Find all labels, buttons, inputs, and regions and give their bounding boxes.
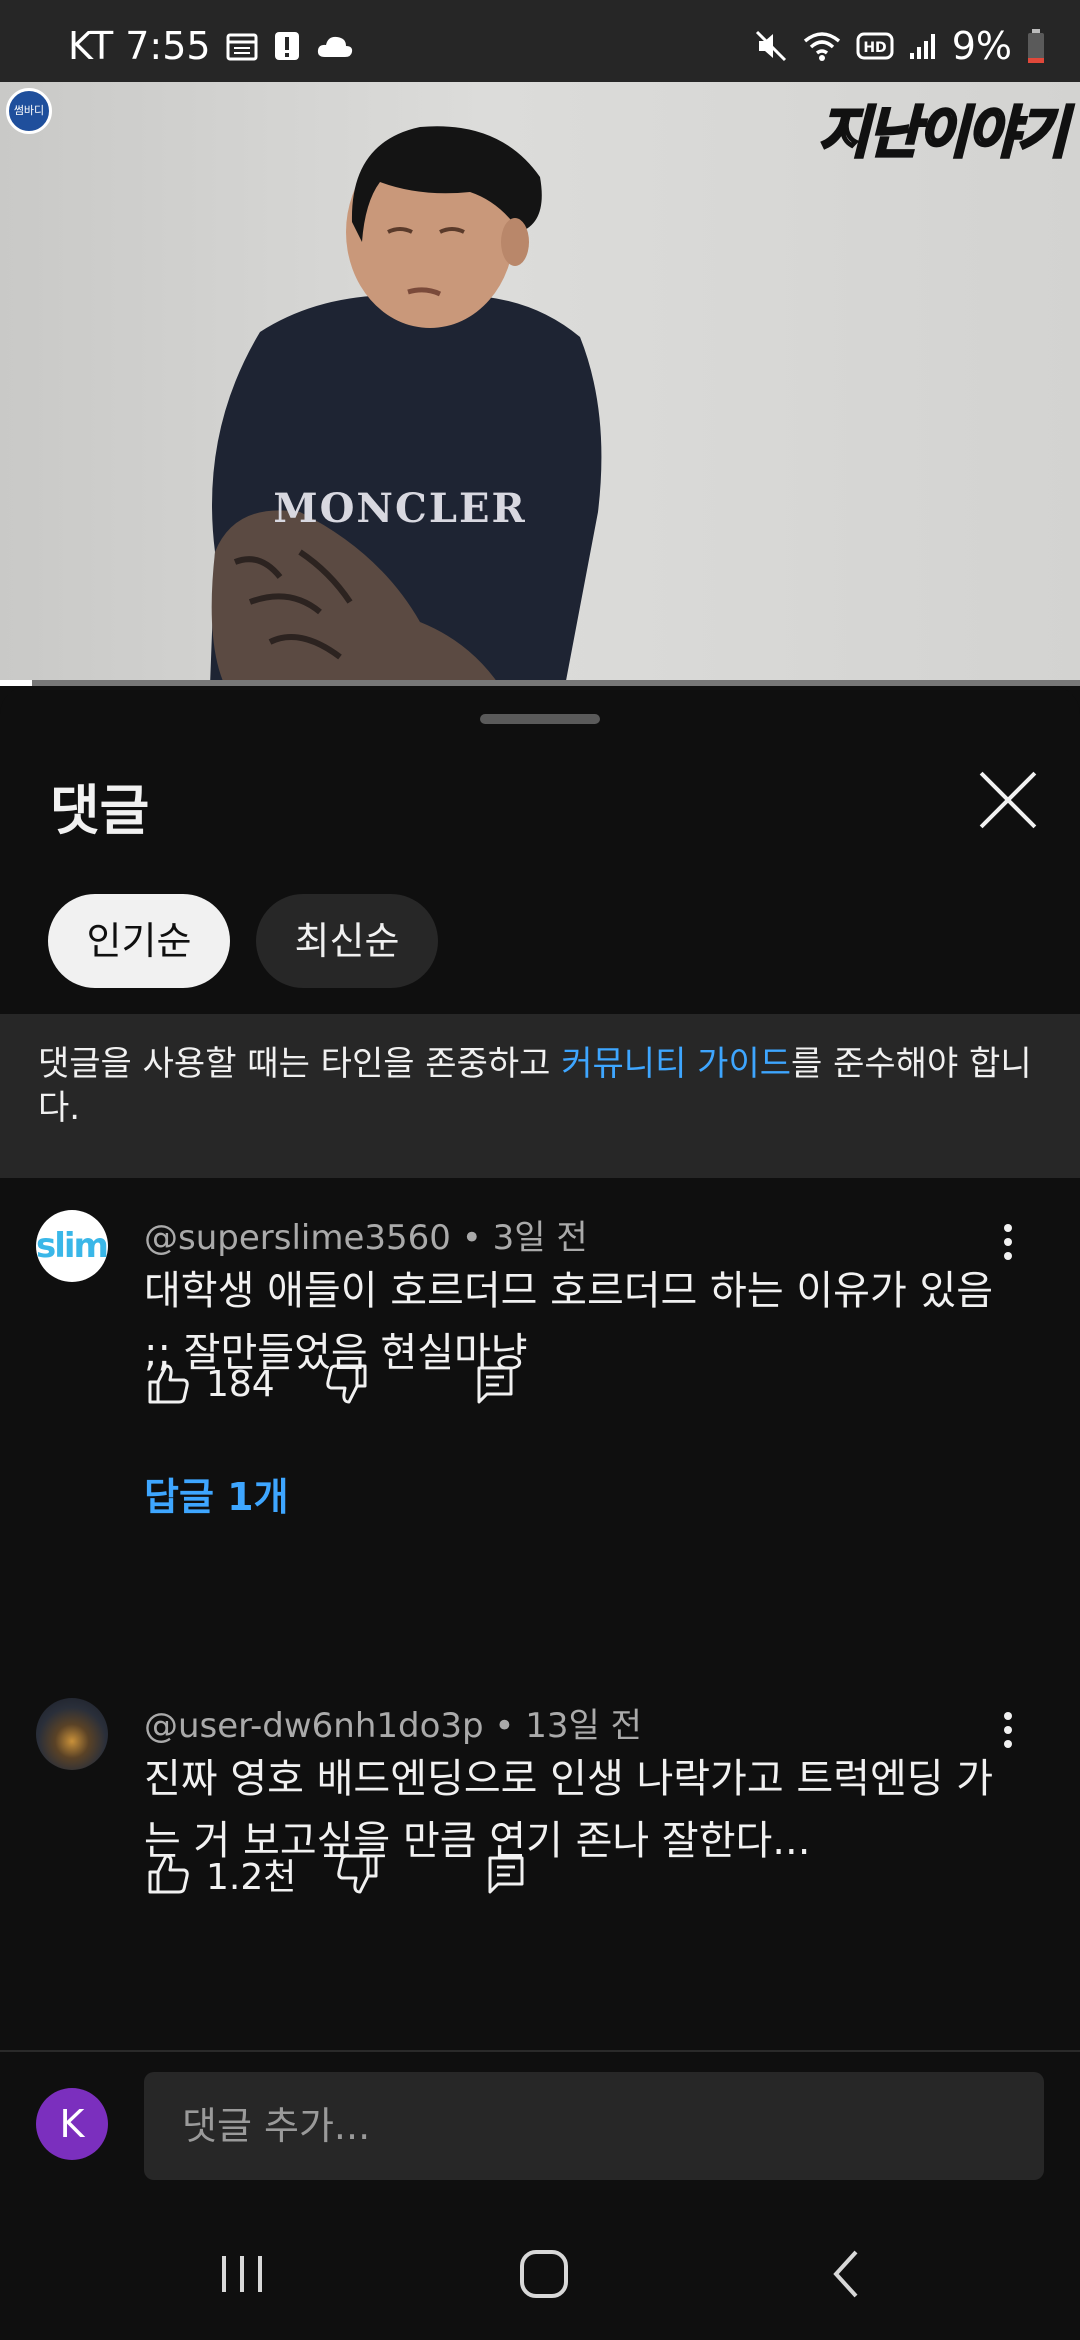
like-count: 184: [206, 1363, 275, 1405]
comment-time: 13일 전: [525, 1706, 642, 1746]
home-icon[interactable]: [514, 2244, 574, 2304]
like-count: 1.2천: [206, 1857, 297, 1898]
sheet-title: 댓글: [50, 779, 150, 842]
avatar[interactable]: slime: [36, 1210, 108, 1282]
comment-time: 3일 전: [492, 1218, 588, 1258]
avatar[interactable]: [36, 1698, 108, 1770]
reply-icon[interactable]: [471, 1360, 519, 1408]
comment-author[interactable]: @user-dw6nh1do3p: [144, 1706, 484, 1746]
add-comment-input[interactable]: [144, 2072, 1044, 2180]
like-icon[interactable]: [144, 1360, 192, 1408]
drag-handle[interactable]: [480, 714, 600, 724]
like-icon[interactable]: [144, 1850, 192, 1898]
view-replies-link[interactable]: 답글 1개: [144, 1466, 289, 1521]
svg-text:MONCLER: MONCLER: [273, 485, 526, 532]
back-icon[interactable]: [818, 2244, 878, 2304]
calendar-icon: [226, 33, 258, 61]
battery-percent: 9%: [951, 24, 1012, 68]
video-player[interactable]: MONCLER 썸바디 지난이야기: [0, 82, 1080, 686]
channel-badge[interactable]: 썸바디: [6, 88, 52, 134]
meta-separator: •: [461, 1218, 493, 1258]
comment-meta: @user-dw6nh1do3p • 13일 전: [144, 1698, 642, 1747]
video-watermark: 지난이야기: [817, 100, 1070, 168]
video-frame: MONCLER: [210, 126, 602, 686]
dislike-icon[interactable]: [323, 1360, 371, 1408]
alert-icon: [274, 32, 299, 60]
more-options-icon[interactable]: [996, 1706, 1020, 1766]
recent-apps-icon[interactable]: [212, 2244, 272, 2304]
user-avatar[interactable]: K: [36, 2088, 108, 2160]
dislike-icon[interactable]: [334, 1850, 382, 1898]
guideline-text-before: 댓글을 사용할 때는 타인을 존중하고: [38, 1044, 562, 1084]
community-guidelines-link[interactable]: 커뮤니티 가이드: [561, 1044, 791, 1084]
comment-author[interactable]: @superslime3560: [144, 1218, 451, 1258]
close-button[interactable]: [978, 770, 1038, 830]
cloud-icon: [317, 36, 352, 57]
reply-icon[interactable]: [482, 1850, 530, 1898]
comment-meta: @superslime3560 • 3일 전: [144, 1210, 588, 1259]
comment-actions: 184: [144, 1360, 519, 1408]
more-options-icon[interactable]: [996, 1218, 1020, 1278]
sort-chip-newest[interactable]: 최신순: [256, 894, 438, 988]
status-right: HD 9%: [754, 24, 1046, 68]
sort-chip-top[interactable]: 인기순: [48, 894, 230, 988]
meta-separator: •: [494, 1706, 526, 1746]
status-left: KT 7:55: [68, 24, 355, 68]
mute-icon: [755, 30, 786, 62]
carrier-time: KT 7:55: [68, 24, 211, 68]
svg-text:HD: HD: [863, 40, 886, 56]
hd-icon: HD: [856, 32, 894, 60]
system-nav-bar: [0, 2200, 1080, 2340]
status-bar: KT 7:55 HD 9%: [0, 0, 1080, 82]
comment-actions: 1.2천: [144, 1848, 530, 1900]
comment-composer: K: [0, 2050, 1080, 2200]
signal-icon: [909, 34, 935, 59]
battery-icon: [1028, 29, 1044, 63]
community-guideline-notice: 댓글을 사용할 때는 타인을 존중하고 커뮤니티 가이드를 준수해야 합니다.: [0, 1014, 1080, 1178]
wifi-icon: [803, 32, 840, 61]
